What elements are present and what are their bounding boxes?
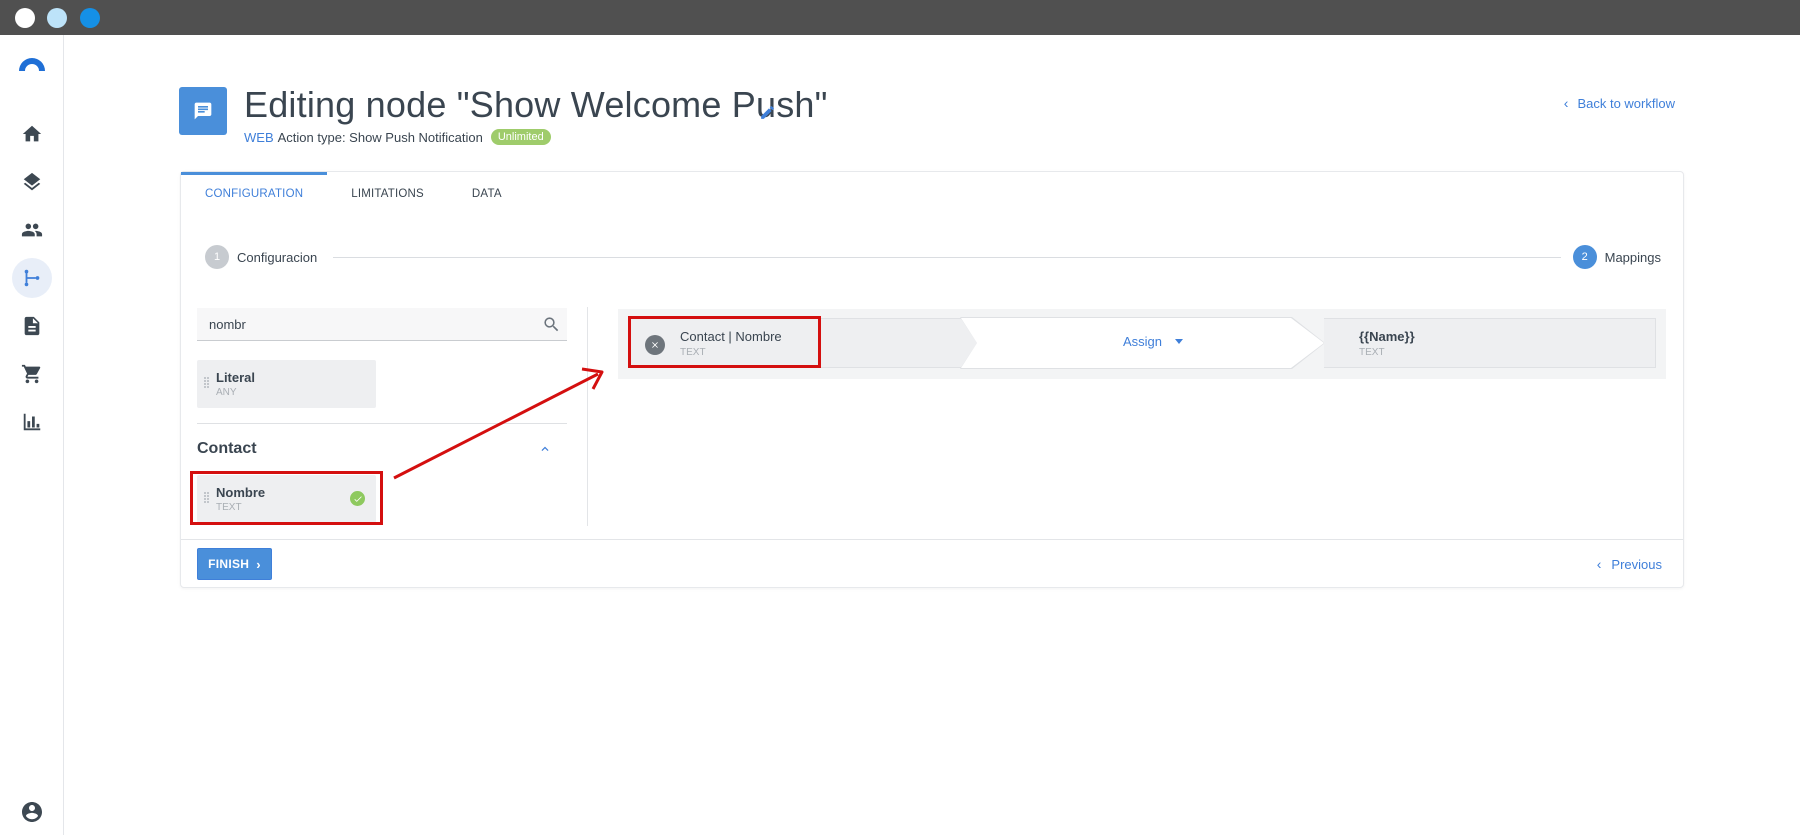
mapping-target-type: TEXT [1359, 347, 1385, 358]
window-minimize-button[interactable] [47, 8, 67, 28]
stepper: 1 Configuracion 2 Mappings [205, 245, 1661, 271]
account-circle-icon[interactable] [20, 800, 44, 824]
annotation-highlight-source-field [190, 471, 383, 525]
assign-dropdown[interactable]: Assign [1123, 334, 1184, 349]
cart-icon [21, 364, 41, 384]
limit-badge: Unlimited [490, 129, 551, 145]
step-label: Mappings [1604, 249, 1661, 265]
finish-button[interactable]: FINISH › [197, 548, 272, 580]
edit-title-pencil-icon[interactable] [759, 104, 776, 121]
finish-label: FINISH [208, 557, 250, 571]
back-to-workflow-label: Back to workflow [1577, 95, 1675, 111]
tab-data[interactable]: DATA [448, 172, 526, 216]
drag-handle-icon[interactable] [204, 376, 210, 390]
workflow-icon [24, 269, 40, 287]
node-editor-card: CONFIGURATION LIMITATIONS DATA 1 Configu… [180, 171, 1684, 588]
mapping-target-title: {{Name}} [1359, 329, 1415, 344]
annotation-highlight-mapped-field [628, 316, 821, 368]
step-mappings[interactable]: 2 Mappings [1572, 245, 1661, 269]
sidebar [0, 35, 64, 835]
step-number: 1 [205, 245, 229, 269]
field-search [197, 308, 567, 341]
field-chip-literal[interactable]: Literal ANY [197, 360, 376, 408]
node-type-icon [179, 87, 227, 135]
sidebar-item-commerce[interactable] [12, 354, 52, 394]
action-type-label: Action type: Show Push Notification [277, 129, 483, 145]
previous-label: Previous [1611, 556, 1662, 572]
people-icon [21, 223, 43, 237]
tab-bar: CONFIGURATION LIMITATIONS DATA [181, 172, 526, 216]
search-icon[interactable] [542, 315, 561, 334]
window-titlebar [0, 0, 1800, 35]
layers-icon [23, 172, 41, 191]
document-icon [24, 316, 40, 336]
field-chip-type: ANY [216, 387, 237, 398]
window-maximize-button[interactable] [80, 8, 100, 28]
home-icon [22, 125, 42, 142]
chevron-left-icon: ‹ [1563, 95, 1569, 111]
sidebar-item-contacts[interactable] [12, 210, 52, 250]
bar-chart-icon [23, 413, 41, 431]
caret-down-icon [1175, 339, 1184, 344]
sidebar-item-documents[interactable] [12, 306, 52, 346]
brand-logo-icon[interactable] [17, 55, 47, 71]
panel-separator [587, 307, 588, 526]
page-title: Editing node "Show Welcome Push" [244, 84, 828, 125]
window-close-button[interactable] [15, 8, 35, 28]
stepper-connector [333, 257, 1561, 258]
sidebar-item-layers[interactable] [12, 162, 52, 202]
chevron-left-icon: ‹ [1596, 556, 1602, 572]
tab-configuration[interactable]: CONFIGURATION [181, 172, 328, 216]
step-configuracion[interactable]: 1 Configuracion [205, 245, 317, 269]
field-search-input[interactable] [209, 316, 529, 332]
chevron-right-icon: › [256, 556, 261, 572]
previous-link[interactable]: ‹ Previous [1597, 556, 1662, 572]
back-to-workflow-link[interactable]: ‹ Back to workflow [1564, 95, 1675, 111]
step-number: 2 [1572, 245, 1597, 269]
divider [197, 423, 567, 424]
node-subtitle: WEB Action type: Show Push Notification … [244, 129, 551, 145]
sidebar-item-workflows[interactable] [12, 258, 52, 298]
footer-divider [181, 539, 1683, 540]
sidebar-item-home[interactable] [12, 114, 52, 154]
field-chip-title: Literal [216, 370, 256, 385]
mapping-target[interactable]: {{Name}} TEXT [1324, 318, 1656, 368]
sidebar-item-reports[interactable] [12, 402, 52, 442]
tab-limitations[interactable]: LIMITATIONS [327, 172, 448, 216]
assign-label: Assign [1123, 334, 1163, 349]
field-group-title: Contact [197, 440, 257, 457]
step-label: Configuracion [237, 249, 318, 265]
channel-label: WEB [244, 129, 274, 145]
chevron-up-icon[interactable] [538, 442, 552, 456]
chat-message-icon [194, 102, 212, 120]
